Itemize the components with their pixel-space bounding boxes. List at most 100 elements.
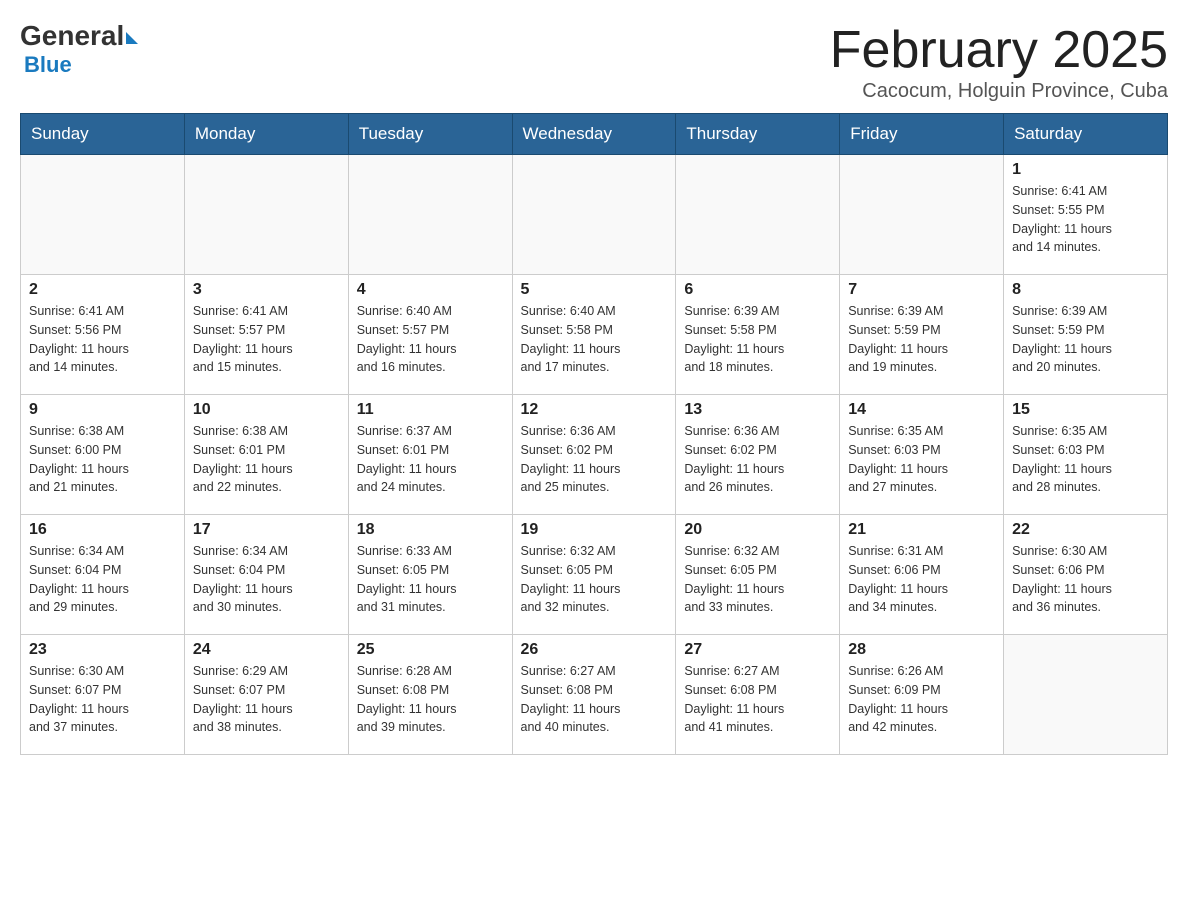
column-header-tuesday: Tuesday — [348, 114, 512, 155]
day-info: Sunrise: 6:32 AM Sunset: 6:05 PM Dayligh… — [521, 542, 668, 617]
calendar-cell — [512, 155, 676, 275]
location-subtitle: Cacocum, Holguin Province, Cuba — [830, 80, 1168, 103]
day-info: Sunrise: 6:39 AM Sunset: 5:58 PM Dayligh… — [684, 302, 831, 377]
calendar-cell: 19 Sunrise: 6:32 AM Sunset: 6:05 PM Dayli… — [512, 515, 676, 635]
calendar-cell — [1004, 635, 1168, 755]
day-info: Sunrise: 6:27 AM Sunset: 6:08 PM Dayligh… — [684, 662, 831, 737]
calendar-cell: 11 Sunrise: 6:37 AM Sunset: 6:01 PM Dayli… — [348, 395, 512, 515]
day-info: Sunrise: 6:35 AM Sunset: 6:03 PM Dayligh… — [1012, 422, 1159, 497]
day-number: 2 — [29, 281, 176, 299]
day-number: 12 — [521, 401, 668, 419]
day-info: Sunrise: 6:40 AM Sunset: 5:57 PM Dayligh… — [357, 302, 504, 377]
title-section: February 2025 Cacocum, Holguin Province,… — [830, 20, 1168, 103]
day-info: Sunrise: 6:41 AM Sunset: 5:56 PM Dayligh… — [29, 302, 176, 377]
day-number: 25 — [357, 641, 504, 659]
day-number: 11 — [357, 401, 504, 419]
day-info: Sunrise: 6:36 AM Sunset: 6:02 PM Dayligh… — [521, 422, 668, 497]
column-header-monday: Monday — [184, 114, 348, 155]
day-number: 13 — [684, 401, 831, 419]
calendar-cell: 4 Sunrise: 6:40 AM Sunset: 5:57 PM Daylig… — [348, 275, 512, 395]
day-info: Sunrise: 6:34 AM Sunset: 6:04 PM Dayligh… — [193, 542, 340, 617]
calendar-cell: 1 Sunrise: 6:41 AM Sunset: 5:55 PM Daylig… — [1004, 155, 1168, 275]
calendar-cell — [840, 155, 1004, 275]
day-number: 22 — [1012, 521, 1159, 539]
calendar-cell: 5 Sunrise: 6:40 AM Sunset: 5:58 PM Daylig… — [512, 275, 676, 395]
week-row-5: 23Sunrise: 6:30 AM Sunset: 6:07 PM Dayli… — [21, 635, 1168, 755]
day-info: Sunrise: 6:27 AM Sunset: 6:08 PM Dayligh… — [521, 662, 668, 737]
column-header-sunday: Sunday — [21, 114, 185, 155]
day-info: Sunrise: 6:36 AM Sunset: 6:02 PM Dayligh… — [684, 422, 831, 497]
day-info: Sunrise: 6:40 AM Sunset: 5:58 PM Dayligh… — [521, 302, 668, 377]
day-info: Sunrise: 6:37 AM Sunset: 6:01 PM Dayligh… — [357, 422, 504, 497]
logo: General Blue — [20, 20, 138, 78]
day-number: 17 — [193, 521, 340, 539]
day-info: Sunrise: 6:26 AM Sunset: 6:09 PM Dayligh… — [848, 662, 995, 737]
calendar-cell: 6Sunrise: 6:39 AM Sunset: 5:58 PM Daylig… — [676, 275, 840, 395]
day-info: Sunrise: 6:41 AM Sunset: 5:55 PM Dayligh… — [1012, 182, 1159, 257]
day-info: Sunrise: 6:28 AM Sunset: 6:08 PM Dayligh… — [357, 662, 504, 737]
calendar-cell: 7 Sunrise: 6:39 AM Sunset: 5:59 PM Daylig… — [840, 275, 1004, 395]
month-year-title: February 2025 — [830, 20, 1168, 80]
logo-general-text: General — [20, 20, 124, 52]
calendar-cell: 23Sunrise: 6:30 AM Sunset: 6:07 PM Dayli… — [21, 635, 185, 755]
day-info: Sunrise: 6:34 AM Sunset: 6:04 PM Dayligh… — [29, 542, 176, 617]
day-number: 24 — [193, 641, 340, 659]
calendar-cell: 12 Sunrise: 6:36 AM Sunset: 6:02 PM Dayli… — [512, 395, 676, 515]
day-number: 8 — [1012, 281, 1159, 299]
day-number: 5 — [521, 281, 668, 299]
day-number: 15 — [1012, 401, 1159, 419]
day-info: Sunrise: 6:29 AM Sunset: 6:07 PM Dayligh… — [193, 662, 340, 737]
logo-blue-text: Blue — [24, 52, 72, 78]
day-info: Sunrise: 6:35 AM Sunset: 6:03 PM Dayligh… — [848, 422, 995, 497]
column-header-thursday: Thursday — [676, 114, 840, 155]
calendar-cell: 14 Sunrise: 6:35 AM Sunset: 6:03 PM Dayli… — [840, 395, 1004, 515]
calendar-cell: 26 Sunrise: 6:27 AM Sunset: 6:08 PM Dayli… — [512, 635, 676, 755]
day-info: Sunrise: 6:31 AM Sunset: 6:06 PM Dayligh… — [848, 542, 995, 617]
calendar-cell: 25 Sunrise: 6:28 AM Sunset: 6:08 PM Dayli… — [348, 635, 512, 755]
day-number: 16 — [29, 521, 176, 539]
day-info: Sunrise: 6:41 AM Sunset: 5:57 PM Dayligh… — [193, 302, 340, 377]
day-info: Sunrise: 6:33 AM Sunset: 6:05 PM Dayligh… — [357, 542, 504, 617]
calendar-cell: 28 Sunrise: 6:26 AM Sunset: 6:09 PM Dayli… — [840, 635, 1004, 755]
column-header-saturday: Saturday — [1004, 114, 1168, 155]
day-number: 7 — [848, 281, 995, 299]
day-number: 9 — [29, 401, 176, 419]
day-number: 20 — [684, 521, 831, 539]
calendar-cell — [184, 155, 348, 275]
day-number: 26 — [521, 641, 668, 659]
day-info: Sunrise: 6:30 AM Sunset: 6:06 PM Dayligh… — [1012, 542, 1159, 617]
logo-triangle-icon — [126, 32, 138, 44]
day-info: Sunrise: 6:30 AM Sunset: 6:07 PM Dayligh… — [29, 662, 176, 737]
page-header: General Blue February 2025 Cacocum, Holg… — [20, 20, 1168, 103]
day-number: 18 — [357, 521, 504, 539]
day-info: Sunrise: 6:39 AM Sunset: 5:59 PM Dayligh… — [1012, 302, 1159, 377]
calendar-cell: 22 Sunrise: 6:30 AM Sunset: 6:06 PM Dayli… — [1004, 515, 1168, 635]
week-row-3: 9 Sunrise: 6:38 AM Sunset: 6:00 PM Daylig… — [21, 395, 1168, 515]
calendar-cell: 10 Sunrise: 6:38 AM Sunset: 6:01 PM Dayli… — [184, 395, 348, 515]
column-header-friday: Friday — [840, 114, 1004, 155]
calendar-cell: 13 Sunrise: 6:36 AM Sunset: 6:02 PM Dayli… — [676, 395, 840, 515]
day-number: 19 — [521, 521, 668, 539]
day-info: Sunrise: 6:38 AM Sunset: 6:01 PM Dayligh… — [193, 422, 340, 497]
calendar-cell: 16 Sunrise: 6:34 AM Sunset: 6:04 PM Dayli… — [21, 515, 185, 635]
calendar-header-row: SundayMondayTuesdayWednesdayThursdayFrid… — [21, 114, 1168, 155]
calendar-cell: 9 Sunrise: 6:38 AM Sunset: 6:00 PM Daylig… — [21, 395, 185, 515]
day-info: Sunrise: 6:32 AM Sunset: 6:05 PM Dayligh… — [684, 542, 831, 617]
calendar-cell: 2 Sunrise: 6:41 AM Sunset: 5:56 PM Daylig… — [21, 275, 185, 395]
column-header-wednesday: Wednesday — [512, 114, 676, 155]
calendar-cell: 27 Sunrise: 6:27 AM Sunset: 6:08 PM Dayli… — [676, 635, 840, 755]
day-number: 10 — [193, 401, 340, 419]
day-number: 27 — [684, 641, 831, 659]
day-number: 4 — [357, 281, 504, 299]
week-row-4: 16 Sunrise: 6:34 AM Sunset: 6:04 PM Dayli… — [21, 515, 1168, 635]
week-row-1: 1 Sunrise: 6:41 AM Sunset: 5:55 PM Daylig… — [21, 155, 1168, 275]
day-number: 28 — [848, 641, 995, 659]
day-number: 14 — [848, 401, 995, 419]
day-number: 1 — [1012, 161, 1159, 179]
calendar-cell — [676, 155, 840, 275]
day-info: Sunrise: 6:39 AM Sunset: 5:59 PM Dayligh… — [848, 302, 995, 377]
calendar-cell — [348, 155, 512, 275]
day-info: Sunrise: 6:38 AM Sunset: 6:00 PM Dayligh… — [29, 422, 176, 497]
day-number: 3 — [193, 281, 340, 299]
calendar-cell: 20 Sunrise: 6:32 AM Sunset: 6:05 PM Dayli… — [676, 515, 840, 635]
